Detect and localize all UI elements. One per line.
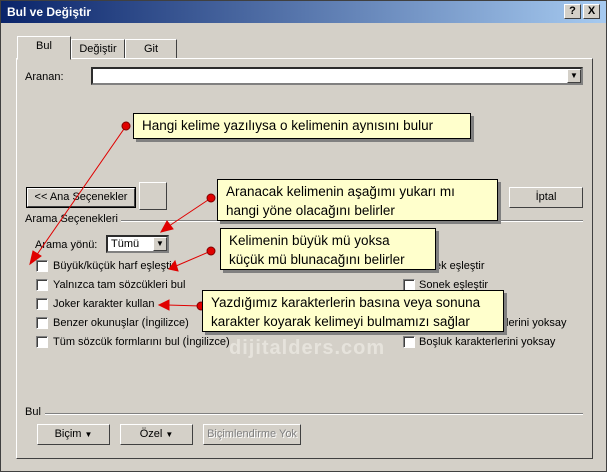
cancel-button[interactable]: İptal — [509, 187, 583, 208]
direction-value: Tümü — [111, 238, 140, 250]
ignore-whitespace-checkbox[interactable] — [403, 336, 415, 348]
caret-down-icon: ▼ — [84, 430, 93, 439]
search-label: Aranan: — [25, 71, 64, 83]
less-options-button[interactable]: << Ana Seçenekler — [26, 187, 136, 208]
all-word-forms-checkbox[interactable] — [36, 336, 48, 348]
callout-match-exact: Hangi kelime yazılıysa o kelimenin aynıs… — [133, 113, 471, 139]
ignore-punct-label: lerini yoksay — [506, 317, 567, 329]
watermark: dijitalders.com — [229, 337, 386, 359]
find-divider — [45, 413, 583, 415]
search-input[interactable]: ▼ — [91, 67, 583, 85]
chevron-down-icon: ▼ — [156, 239, 164, 248]
chevron-down-icon: ▼ — [570, 71, 578, 80]
callout-wildcards: Yazdığımız karakterlerin basına veya son… — [202, 290, 504, 332]
sounds-like-label: Benzer okunuşlar (İngilizce) — [53, 317, 189, 329]
match-case-checkbox[interactable] — [36, 260, 48, 272]
find-section-title: Bul — [25, 406, 41, 418]
sounds-like-checkbox[interactable] — [36, 317, 48, 329]
match-prefix-label: ek eşleştir — [435, 260, 485, 272]
whole-words-label: Yalnızca tam sözcükleri bul — [53, 279, 186, 291]
ignore-whitespace-label: Boşluk karakterlerini yoksay — [419, 336, 556, 348]
wildcards-label: Joker karakter kullan — [53, 298, 155, 310]
wildcards-checkbox[interactable] — [36, 298, 48, 310]
tab-goto[interactable]: Git — [125, 39, 177, 59]
whole-words-checkbox[interactable] — [36, 279, 48, 291]
no-formatting-button[interactable]: Biçimlendirme Yok — [203, 424, 301, 445]
help-button[interactable]: ? — [564, 4, 581, 19]
hidden-button-1[interactable] — [139, 182, 167, 210]
close-button[interactable]: X — [583, 4, 600, 19]
options-section-title: Arama Seçenekleri — [25, 213, 118, 225]
window-title: Bul ve Değiştir — [7, 5, 92, 19]
direction-select[interactable]: Tümü ▼ — [106, 235, 169, 253]
find-replace-dialog: Bul ve Değiştir ? X Bul Değiştir Git Ara… — [0, 0, 607, 472]
caret-down-icon: ▼ — [165, 430, 174, 439]
all-word-forms-label: Tüm sözcük formlarını bul (İngilizce) — [53, 336, 230, 348]
title-bar: Bul ve Değiştir ? X — [1, 1, 606, 23]
match-case-label: Büyük/küçük harf eşleştir — [53, 260, 176, 272]
callout-case: Kelimenin büyük mü yoksa küçük mü blunac… — [220, 228, 436, 270]
direction-label: Arama yönü: — [35, 239, 98, 251]
search-dropdown-button[interactable]: ▼ — [567, 69, 581, 83]
format-button-label: Biçim — [54, 428, 82, 440]
callout-direction: Aranacak kelimenin aşağımı yukarı mı han… — [217, 179, 498, 221]
special-button-label: Özel — [139, 428, 163, 440]
tab-find[interactable]: Bul — [17, 36, 71, 60]
special-button[interactable]: Özel ▼ — [120, 424, 193, 445]
format-button[interactable]: Biçim ▼ — [37, 424, 110, 445]
direction-dropdown-button[interactable]: ▼ — [153, 237, 167, 251]
tab-replace[interactable]: Değiştir — [71, 39, 125, 59]
